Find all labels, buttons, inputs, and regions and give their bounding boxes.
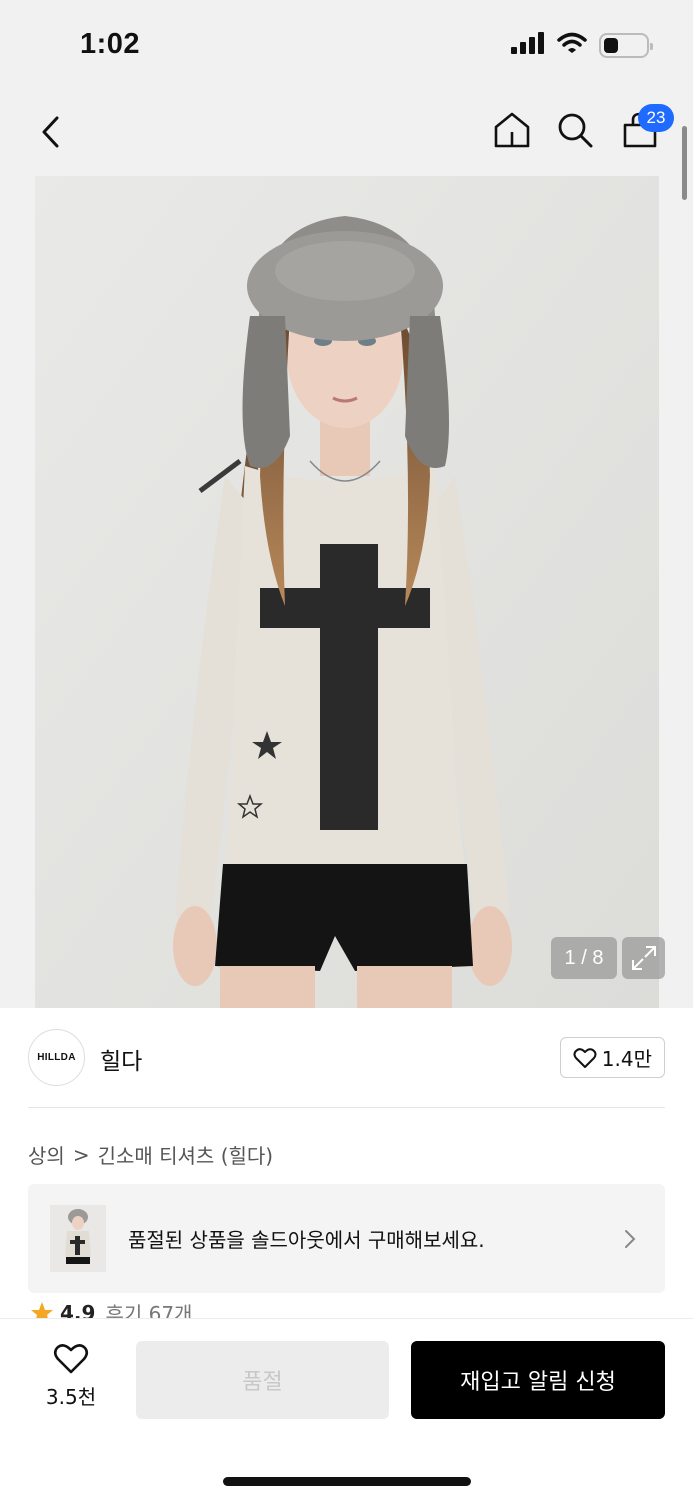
brand-like-count: 1.4만 bbox=[601, 1047, 652, 1071]
back-arrow-icon bbox=[42, 116, 59, 148]
brand-like-button[interactable]: 1.4만 bbox=[559, 1037, 665, 1078]
product-photo[interactable] bbox=[35, 176, 659, 1008]
status-time: 1:02 bbox=[80, 28, 141, 60]
breadcrumb-category[interactable]: 상의 bbox=[28, 1140, 65, 1169]
back-button[interactable] bbox=[36, 112, 66, 152]
image-counter: 1 / 8 bbox=[551, 937, 617, 979]
wishlist-count: 3.5천 bbox=[45, 1385, 97, 1409]
heart-icon bbox=[53, 1344, 89, 1374]
soldout-banner[interactable]: 품절된 상품을 솔드아웃에서 구매해보세요. bbox=[28, 1184, 665, 1293]
navigation-bar: 23 bbox=[0, 92, 693, 176]
status-icons bbox=[511, 32, 653, 58]
search-button[interactable] bbox=[555, 110, 595, 150]
product-thumbnail bbox=[50, 1205, 106, 1272]
brand-name[interactable]: 힐다 bbox=[100, 1042, 142, 1076]
soldout-button: 품절 bbox=[136, 1341, 389, 1419]
home-button[interactable] bbox=[492, 110, 532, 150]
chevron-right-icon bbox=[623, 1228, 637, 1254]
heart-icon bbox=[573, 1047, 597, 1068]
restock-alert-button[interactable]: 재입고 알림 신청 bbox=[411, 1341, 665, 1419]
brand-logo[interactable]: HILLDA bbox=[28, 1029, 85, 1086]
status-bar: 1:02 bbox=[0, 0, 693, 92]
wifi-icon bbox=[557, 32, 587, 58]
expand-icon bbox=[631, 946, 656, 970]
product-image-carousel[interactable]: 1 / 8 bbox=[0, 176, 693, 1008]
home-indicator bbox=[223, 1477, 471, 1486]
scroll-indicator bbox=[682, 126, 687, 200]
expand-image-button[interactable] bbox=[622, 937, 665, 979]
wishlist-button[interactable]: 3.5천 bbox=[28, 1343, 114, 1423]
breadcrumb: 상의 > 긴소매 티셔츠 (힐다) bbox=[28, 1140, 273, 1169]
breadcrumb-subcategory[interactable]: 긴소매 티셔츠 (힐다) bbox=[98, 1140, 274, 1169]
search-icon bbox=[558, 113, 593, 148]
soldout-banner-text: 품절된 상품을 솔드아웃에서 구매해보세요. bbox=[128, 1228, 485, 1252]
cart-count-badge: 23 bbox=[638, 104, 674, 132]
battery-icon bbox=[599, 32, 653, 58]
brand-row: HILLDA 힐다 1.4만 bbox=[28, 1029, 665, 1086]
home-icon bbox=[494, 112, 530, 148]
breadcrumb-separator: > bbox=[72, 1142, 90, 1167]
cellular-signal-icon bbox=[511, 32, 545, 58]
bottom-action-bar: 3.5천 품절 재입고 알림 신청 bbox=[0, 1318, 693, 1500]
divider bbox=[28, 1107, 665, 1108]
